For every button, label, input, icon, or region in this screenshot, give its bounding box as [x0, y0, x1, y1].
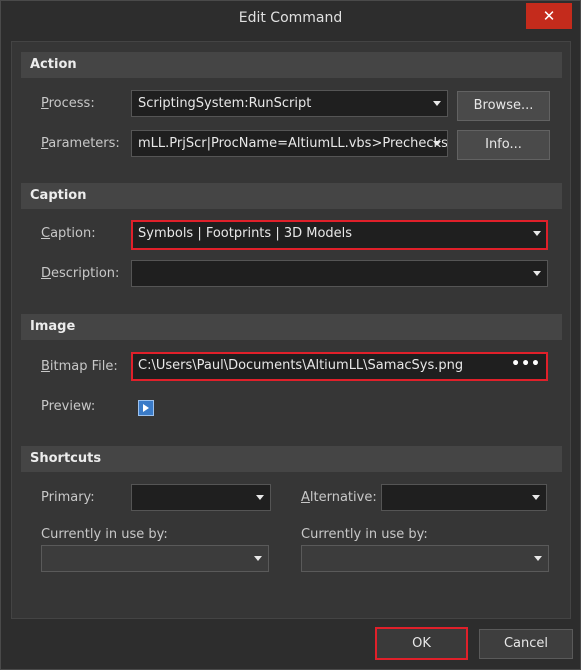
chevron-down-icon	[254, 556, 262, 561]
ok-button[interactable]: OK	[375, 627, 468, 660]
shortcuts-section-header: Shortcuts	[21, 446, 562, 472]
parameters-label-text: arameters:	[48, 136, 120, 151]
action-section-header: Action	[21, 52, 562, 78]
alternative-shortcut-dropdown[interactable]	[381, 484, 547, 511]
info-button[interactable]: Info...	[457, 130, 550, 160]
caption-section-header: Caption	[21, 183, 562, 209]
bitmap-file-label-text: itmap File:	[49, 359, 118, 374]
parameters-label: Parameters:	[41, 136, 120, 151]
title-bar[interactable]: Edit Command ✕	[1, 1, 580, 37]
description-label: Description:	[41, 266, 120, 281]
alternative-in-use-label: Currently in use by:	[301, 527, 428, 542]
primary-in-use-dropdown[interactable]	[41, 545, 269, 572]
description-dropdown[interactable]	[131, 260, 548, 287]
close-icon: ✕	[542, 7, 556, 25]
primary-label: Primary:	[41, 490, 95, 505]
dialog-title: Edit Command	[238, 10, 343, 26]
cancel-button[interactable]: Cancel	[479, 629, 573, 659]
process-dropdown[interactable]: ScriptingSystem:RunScript	[131, 90, 448, 117]
caption-label: Caption:	[41, 226, 96, 241]
chevron-down-icon	[533, 271, 541, 276]
process-label-text: rocess:	[48, 96, 95, 111]
chevron-down-icon	[532, 495, 540, 500]
alternative-label-text: lternative:	[309, 490, 377, 505]
bitmap-file-value: C:\Users\Paul\Documents\AltiumLL\SamacSy…	[138, 358, 464, 373]
browse-button[interactable]: Browse...	[457, 91, 550, 121]
description-label-text: escription:	[51, 266, 120, 281]
parameters-value: mLL.PrjScr|ProcName=AltiumLL.vbs>Prechec…	[138, 136, 448, 151]
dialog-body: Action Process: ScriptingSystem:RunScrip…	[11, 41, 571, 619]
preview-image-icon	[138, 400, 154, 416]
process-label: Process:	[41, 96, 95, 111]
caption-label-text: aption:	[50, 226, 96, 241]
chevron-down-icon	[533, 231, 541, 236]
chevron-down-icon	[534, 556, 542, 561]
bitmap-file-label: Bitmap File:	[41, 359, 118, 374]
parameters-dropdown[interactable]: mLL.PrjScr|ProcName=AltiumLL.vbs>Prechec…	[131, 130, 448, 157]
chevron-down-icon	[433, 101, 441, 106]
primary-shortcut-dropdown[interactable]	[131, 484, 271, 511]
alternative-in-use-dropdown[interactable]	[301, 545, 549, 572]
alternative-label: Alternative:	[301, 490, 377, 505]
process-value: ScriptingSystem:RunScript	[138, 96, 312, 111]
primary-in-use-label: Currently in use by:	[41, 527, 168, 542]
chevron-down-icon	[433, 141, 441, 146]
edit-command-dialog: Edit Command ✕ Action Process: Scripting…	[0, 0, 581, 670]
caption-value: Symbols | Footprints | 3D Models	[138, 226, 353, 241]
caption-dropdown[interactable]: Symbols | Footprints | 3D Models	[131, 220, 548, 250]
bitmap-file-input[interactable]: C:\Users\Paul\Documents\AltiumLL\SamacSy…	[131, 352, 548, 381]
preview-label: Preview:	[41, 399, 96, 414]
chevron-down-icon	[256, 495, 264, 500]
primary-label-text: Primary:	[41, 490, 95, 505]
browse-dots-button[interactable]: •••	[511, 356, 541, 372]
image-section-header: Image	[21, 314, 562, 340]
close-button[interactable]: ✕	[526, 3, 572, 29]
